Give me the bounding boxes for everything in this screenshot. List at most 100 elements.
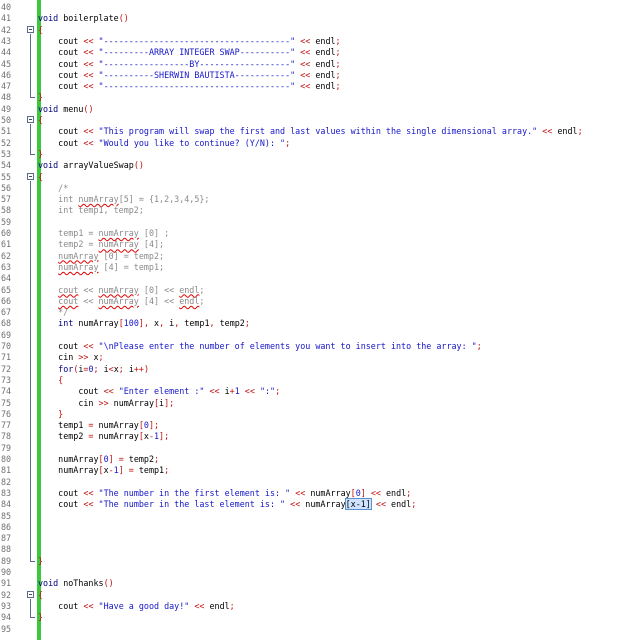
code-line[interactable]: 75 cin >> numArray[i]; — [0, 398, 637, 409]
code-line[interactable]: 68 int numArray[100], x, i, temp1, temp2… — [0, 318, 637, 329]
line-number: 48 — [1, 92, 12, 103]
line-number: 63 — [1, 261, 12, 272]
code-text: cout << "---------ARRAY INTEGER SWAP----… — [38, 47, 341, 58]
line-number: 60 — [1, 228, 12, 238]
code-line[interactable]: 71 cin >> x; — [0, 352, 637, 363]
line-number: 87 — [1, 533, 12, 544]
code-line[interactable]: 77 temp1 = numArray[0]; — [0, 420, 637, 431]
code-line[interactable]: 87 — [0, 533, 637, 544]
line-number: 92 — [1, 589, 12, 600]
code-text: temp1 = numArray [0] ; — [38, 228, 170, 238]
code-line[interactable]: 41 void boilerplate() — [0, 13, 637, 24]
code-line[interactable]: 54 void arrayValueSwap() — [0, 160, 637, 171]
code-text: temp2 = numArray[x-1]; — [38, 431, 170, 442]
code-line[interactable]: 40 — [0, 2, 637, 13]
code-line[interactable]: 52 cout << "Would you like to continue? … — [0, 138, 637, 149]
fold-guide-line — [30, 124, 31, 154]
code-line[interactable]: 45 cout << "-----------------BY---------… — [0, 59, 637, 70]
code-line[interactable]: 43 cout << "----------------------------… — [0, 36, 637, 47]
code-line[interactable]: 66 cout << numArray [4] << endl; — [0, 296, 637, 307]
code-line[interactable]: 50 { — [0, 115, 637, 126]
code-text: /* — [38, 182, 69, 193]
code-line[interactable]: 92 { — [0, 590, 637, 601]
code-text: cout << "\nPlease enter the number of el… — [38, 341, 482, 351]
code-line[interactable]: 65 cout << numArray [0] << endl; — [0, 285, 637, 296]
code-text: } — [38, 612, 44, 623]
line-number: 53 — [1, 148, 12, 159]
code-line[interactable]: 84 cout << "The number in the last eleme… — [0, 498, 637, 511]
code-line[interactable]: 73 { — [0, 375, 637, 386]
code-line[interactable]: 93 cout << "Have a good day!" << endl; — [0, 601, 637, 612]
code-line[interactable]: 46 cout << "----------SHERWIN BAUTISTA--… — [0, 70, 637, 81]
line-number: 64 — [1, 273, 12, 284]
code-line[interactable]: 55 { — [0, 172, 637, 183]
code-line[interactable]: 95 — [0, 624, 637, 635]
code-line[interactable]: 63 numArray [4] = temp1; — [0, 262, 637, 273]
code-text: cout << "The number in the first element… — [38, 487, 412, 498]
line-number: 93 — [1, 600, 12, 611]
code-line[interactable]: 44 cout << "---------ARRAY INTEGER SWAP-… — [0, 47, 637, 58]
code-line[interactable]: 79 — [0, 443, 637, 454]
line-number: 68 — [1, 318, 12, 329]
line-number: 50 — [1, 115, 12, 125]
code-line[interactable]: 42 { — [0, 25, 637, 36]
code-line[interactable]: 49 void menu() — [0, 104, 637, 115]
code-line[interactable]: 86 — [0, 522, 637, 533]
code-line[interactable]: 53} — [0, 149, 637, 160]
line-number: 62 — [1, 250, 12, 261]
code-line[interactable]: 91 void noThanks() — [0, 578, 637, 589]
code-line[interactable]: 81 numArray[x-1] = temp1; — [0, 465, 637, 476]
code-line[interactable]: 78 temp2 = numArray[x-1]; — [0, 431, 637, 442]
code-line[interactable]: 67 */ — [0, 307, 637, 318]
code-line[interactable]: 80 numArray[0] = temp2; — [0, 454, 637, 465]
code-line[interactable]: 76 } — [0, 409, 637, 420]
code-line[interactable]: 47 cout << "----------------------------… — [0, 81, 637, 92]
line-number: 76 — [1, 408, 12, 419]
code-line[interactable]: 83 cout << "The number in the first elem… — [0, 488, 637, 499]
line-number: 56 — [1, 182, 12, 193]
line-number: 67 — [1, 307, 12, 318]
line-number: 69 — [1, 329, 12, 340]
code-line[interactable]: 59 — [0, 217, 637, 228]
code-line[interactable]: 70 cout << "\nPlease enter the number of… — [0, 341, 637, 352]
line-number: 65 — [1, 284, 12, 295]
code-editor[interactable]: 40 41 void boilerplate() 42 {43 cout << "---… — [0, 0, 637, 640]
fold-toggle-icon[interactable] — [27, 25, 34, 33]
code-text: { — [58, 374, 64, 385]
fold-toggle-icon[interactable] — [27, 116, 34, 123]
code-line[interactable]: 89} — [0, 556, 637, 567]
code-text: numArray [0] = temp2; — [58, 250, 165, 261]
code-line[interactable]: 82 — [0, 477, 637, 488]
line-number: 74 — [1, 386, 12, 397]
code-text: { — [38, 171, 44, 182]
code-line[interactable]: 56 /* — [0, 183, 637, 194]
code-line[interactable]: 74 cout << "Enter element :" << i+1 << "… — [0, 386, 637, 397]
code-line[interactable]: 69 — [0, 330, 637, 341]
code-line[interactable]: 88 — [0, 544, 637, 555]
fold-toggle-icon[interactable] — [27, 172, 34, 180]
code-text: numArray[0] = temp2; — [38, 454, 160, 464]
fold-end-marker — [30, 97, 35, 99]
code-line[interactable]: 48} — [0, 92, 637, 103]
code-line[interactable]: 94} — [0, 612, 637, 623]
code-text: } — [38, 92, 44, 103]
fold-toggle-icon[interactable] — [27, 590, 34, 598]
line-number: 86 — [1, 521, 12, 532]
code-text: numArray[x-1] = temp1; — [38, 465, 170, 476]
code-line[interactable]: 61 temp2 = numArray [4]; — [0, 239, 637, 250]
code-line[interactable]: 64 — [0, 273, 637, 284]
line-number: 72 — [1, 363, 12, 374]
code-line[interactable]: 90 — [0, 567, 637, 578]
code-text: cout << numArray [4] << endl; — [58, 295, 205, 306]
code-line[interactable]: 60 temp1 = numArray [0] ; — [0, 228, 637, 239]
line-number: 43 — [1, 35, 12, 46]
line-number: 66 — [1, 295, 12, 306]
code-line[interactable]: 85 — [0, 511, 637, 522]
code-line[interactable]: 72 for(i=0; i<x; i++) — [0, 364, 637, 375]
line-number: 47 — [1, 81, 12, 92]
code-line[interactable]: 58 int temp1, temp2; — [0, 205, 637, 216]
code-line[interactable]: 62 numArray [0] = temp2; — [0, 251, 637, 262]
code-line[interactable]: 51 cout << "This program will swap the f… — [0, 126, 637, 137]
line-number: 58 — [1, 205, 12, 216]
code-line[interactable]: 57 int numArray[5] = {1,2,3,4,5}; — [0, 194, 637, 205]
